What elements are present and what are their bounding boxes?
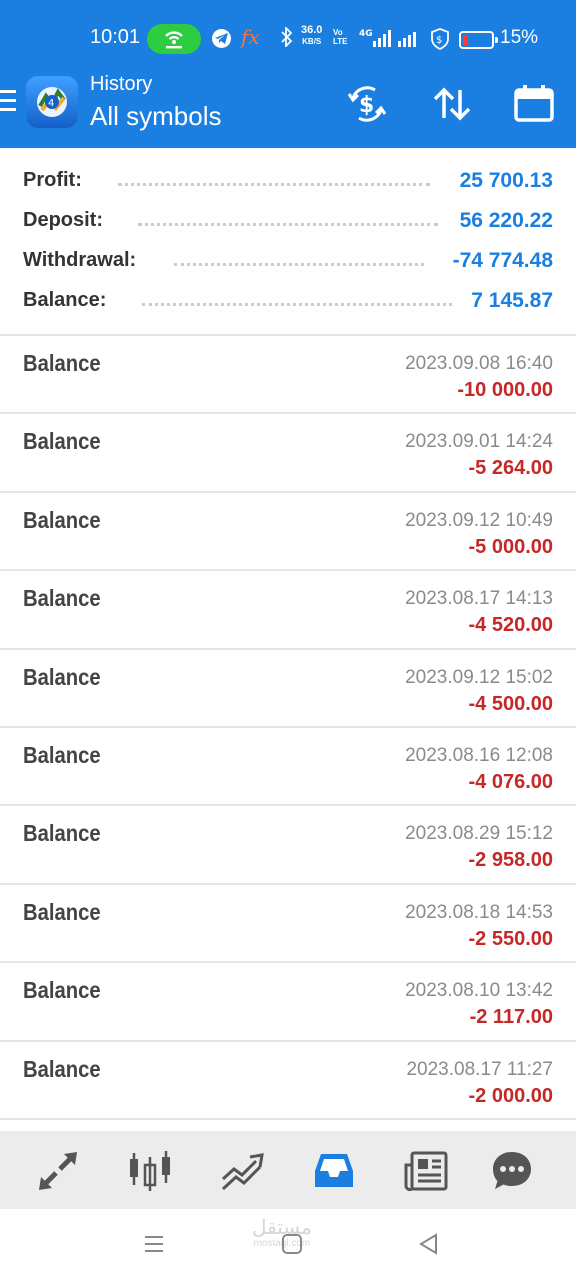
volte-line1: Vo: [333, 28, 343, 37]
chart-icon[interactable]: [128, 1149, 172, 1193]
security-shield-icon: $: [431, 28, 449, 55]
operation-amount: -5 264.00: [468, 457, 553, 480]
svg-text:$: $: [359, 93, 374, 118]
operation-amount: -4 520.00: [468, 614, 553, 637]
operation-amount: -10 000.00: [457, 379, 553, 401]
summary-value: 56 220.22: [459, 209, 553, 232]
back-icon[interactable]: [418, 1233, 440, 1260]
operation-name: Balance: [23, 350, 101, 376]
operation-date: 2023.09.01 14:24: [405, 431, 553, 453]
summary-label: Withdrawal:: [23, 249, 137, 271]
dot-leader: [142, 294, 452, 306]
dot-leader: [174, 254, 424, 266]
history-icon[interactable]: [312, 1149, 356, 1193]
volte-line2: LTE: [333, 37, 348, 46]
dot-leader: [138, 214, 438, 226]
dot-leader: [118, 174, 430, 186]
operation-name: Balance: [23, 585, 101, 612]
summary-value: -74 774.48: [452, 249, 553, 272]
operation-amount: -5 000.00: [468, 535, 553, 558]
operation-name: Balance: [23, 428, 101, 455]
operation-date: 2023.09.12 10:49: [405, 509, 553, 531]
history-row[interactable]: Balance 2023.09.01 14:24 -5 264.00: [0, 414, 576, 493]
hotspot-icon: [147, 24, 201, 54]
operation-name: Balance: [23, 820, 101, 847]
menu-icon[interactable]: [0, 90, 16, 114]
battery-icon: [459, 31, 498, 49]
history-list: Balance 2023.09.08 16:40 -10 000.00 Balance…: [0, 336, 576, 1120]
chat-icon[interactable]: [490, 1149, 534, 1193]
network-type: 4G: [359, 29, 373, 39]
header-subtitle: History: [90, 73, 153, 95]
clock: 10:01: [90, 26, 141, 48]
history-row[interactable]: Balance 2023.08.16 12:08 -4 076.00: [0, 728, 576, 807]
operation-date: 2023.09.12 15:02: [405, 666, 553, 688]
operation-amount: -2 000.00: [468, 1084, 553, 1107]
bluetooth-icon: [281, 25, 293, 52]
network-speed: 36.0 KB/S: [301, 25, 322, 47]
header-title[interactable]: All symbols: [90, 101, 221, 132]
speed-value: 36.0: [301, 24, 323, 36]
system-navigation-bar: مستقل mostaql.com: [0, 1209, 576, 1280]
app-header: 4 History All symbols $: [0, 68, 576, 148]
summary-profit: Profit: 25 700.13: [0, 160, 576, 200]
history-row[interactable]: Balance 2023.08.17 14:13 -4 520.00: [0, 571, 576, 650]
summary-value: 7 145.87: [471, 289, 553, 312]
operation-amount: -4 500.00: [468, 692, 553, 715]
currency-exchange-icon[interactable]: $: [345, 82, 389, 126]
history-row[interactable]: Balance 2023.09.12 10:49 -5 000.00: [0, 493, 576, 572]
history-row[interactable]: Balance 2023.09.12 15:02 -4 500.00: [0, 650, 576, 728]
operation-name: Balance: [23, 506, 101, 533]
fx-app-icon: fx: [241, 25, 260, 49]
bottom-navigation: [0, 1131, 576, 1209]
trade-icon[interactable]: [220, 1149, 264, 1193]
operation-amount: -2 958.00: [468, 849, 553, 872]
status-bar: 10:01 fx 36.0 KB/S Vo LTE 4G $ 15%: [0, 0, 576, 68]
summary-balance: Balance: 7 145.87: [0, 280, 576, 320]
signal-icon: [398, 30, 420, 52]
operation-name: Balance: [23, 977, 101, 1004]
recent-apps-icon[interactable]: [143, 1233, 165, 1260]
telegram-icon: [212, 29, 231, 48]
signal-4g-icon: 4G: [359, 27, 393, 54]
history-row[interactable]: Balance 2023.08.18 14:53 -2 550.00: [0, 885, 576, 964]
operation-amount: -2 117.00: [469, 1006, 553, 1029]
quotes-icon[interactable]: [36, 1149, 80, 1193]
operation-date: 2023.08.18 14:53: [405, 901, 553, 923]
history-row[interactable]: Balance 2023.08.17 11:27 -2 000.00: [0, 1042, 576, 1120]
operation-amount: -4 076.00: [468, 770, 553, 793]
summary-label: Balance:: [23, 289, 107, 311]
svg-text:$: $: [436, 35, 442, 46]
volte-indicator: Vo LTE: [333, 28, 348, 46]
battery-percent: 15%: [500, 27, 539, 48]
calendar-icon[interactable]: [512, 82, 556, 126]
summary-label: Deposit:: [23, 209, 103, 231]
history-row[interactable]: Balance 2023.08.29 15:12 -2 958.00: [0, 806, 576, 885]
svg-text:4: 4: [48, 98, 54, 109]
operation-date: 2023.08.17 11:27: [406, 1058, 553, 1080]
summary-panel: Profit: 25 700.13 Deposit: 56 220.22 Wit…: [0, 160, 576, 320]
summary-value: 25 700.13: [459, 169, 553, 192]
operation-date: 2023.08.29 15:12: [405, 823, 553, 845]
summary-withdrawal: Withdrawal: -74 774.48: [0, 240, 576, 280]
news-icon[interactable]: [404, 1149, 448, 1193]
history-row[interactable]: Balance 2023.09.08 16:40 -10 000.00: [0, 336, 576, 415]
speed-unit: KB/S: [302, 37, 322, 46]
operation-date: 2023.08.16 12:08: [405, 744, 553, 766]
battery-fill: [463, 35, 468, 45]
summary-deposit: Deposit: 56 220.22: [0, 200, 576, 240]
history-row[interactable]: Balance 2023.08.10 13:42 -2 117.00: [0, 963, 576, 1042]
home-icon[interactable]: [281, 1233, 303, 1260]
operation-name: Balance: [23, 663, 101, 690]
summary-label: Profit:: [23, 169, 82, 191]
operation-date: 2023.08.17 14:13: [405, 588, 553, 610]
operation-name: Balance: [23, 1055, 101, 1082]
operation-date: 2023.09.08 16:40: [405, 353, 553, 374]
operation-name: Balance: [23, 898, 101, 925]
operation-name: Balance: [23, 741, 101, 768]
operation-date: 2023.08.10 13:42: [405, 980, 553, 1002]
operation-amount: -2 550.00: [468, 927, 553, 950]
metatrader-logo-icon: 4: [26, 76, 78, 128]
sort-icon[interactable]: [430, 82, 474, 126]
